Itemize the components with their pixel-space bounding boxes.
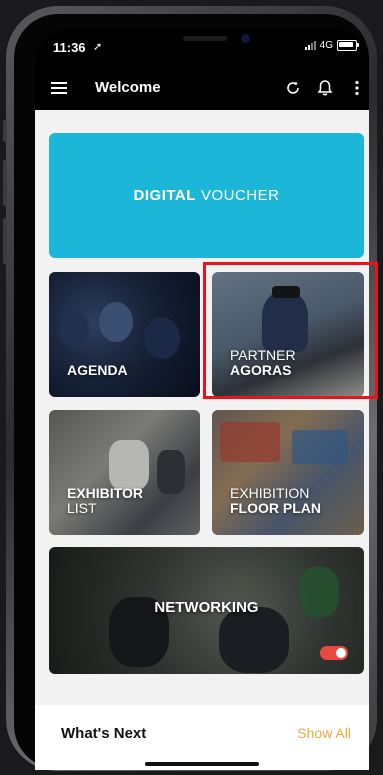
whats-next-title: What's Next	[61, 725, 147, 742]
exhibitor-list-tile[interactable]: EXHIBITOR LIST	[49, 410, 200, 535]
dashboard-content: DIGITAL VOUCHER AGENDA PARTNER AGORAS EX…	[35, 110, 369, 770]
exhibition-floor-plan-tile[interactable]: EXHIBITION FLOOR PLAN	[212, 410, 364, 535]
agoras-label: PARTNER AGORAS	[230, 347, 296, 378]
signal-icon	[304, 41, 316, 50]
photo-overlay	[212, 410, 364, 535]
battery-icon	[337, 40, 359, 51]
partner-agoras-tile[interactable]: PARTNER AGORAS	[212, 272, 364, 397]
show-all-link[interactable]: Show All	[297, 725, 351, 741]
notch	[135, 28, 271, 54]
volume-down-button	[3, 218, 7, 264]
floor-plan-label: EXHIBITION FLOOR PLAN	[230, 485, 321, 516]
refresh-icon[interactable]	[283, 78, 303, 98]
photo-overlay	[49, 410, 200, 535]
networking-label: NETWORKING	[154, 599, 259, 616]
agenda-label: AGENDA	[67, 362, 128, 378]
bell-icon[interactable]	[315, 78, 335, 98]
home-indicator	[145, 762, 259, 766]
phone-screen: 11:36 ➚ 4G Welcome DIGITAL VOUCHER AGEND…	[35, 28, 369, 770]
network-label: 4G	[319, 40, 333, 51]
photo-overlay	[212, 272, 364, 397]
volume-up-button	[3, 160, 7, 206]
mute-switch	[3, 120, 7, 142]
more-vertical-icon[interactable]	[347, 78, 367, 98]
app-header: Welcome	[35, 68, 369, 108]
page-title: Welcome	[95, 79, 161, 96]
exhibitor-label: EXHIBITOR LIST	[67, 485, 143, 516]
whats-next-section: What's Next Show All	[35, 705, 369, 770]
front-camera	[241, 34, 250, 43]
status-bar: 11:36 ➚ 4G	[35, 28, 369, 64]
location-arrow-icon: ➚	[93, 41, 103, 53]
photo-overlay	[49, 272, 200, 397]
voucher-label-bold: DIGITAL	[133, 187, 196, 204]
speaker	[183, 36, 227, 41]
voucher-label-light: VOUCHER	[200, 187, 280, 204]
status-indicators: 4G	[304, 40, 359, 51]
networking-toggle[interactable]	[320, 646, 348, 660]
networking-tile[interactable]: NETWORKING	[49, 547, 364, 674]
hamburger-icon[interactable]	[51, 82, 67, 94]
digital-voucher-tile[interactable]: DIGITAL VOUCHER	[49, 133, 364, 258]
status-time: 11:36	[53, 40, 86, 55]
agenda-tile[interactable]: AGENDA	[49, 272, 200, 397]
